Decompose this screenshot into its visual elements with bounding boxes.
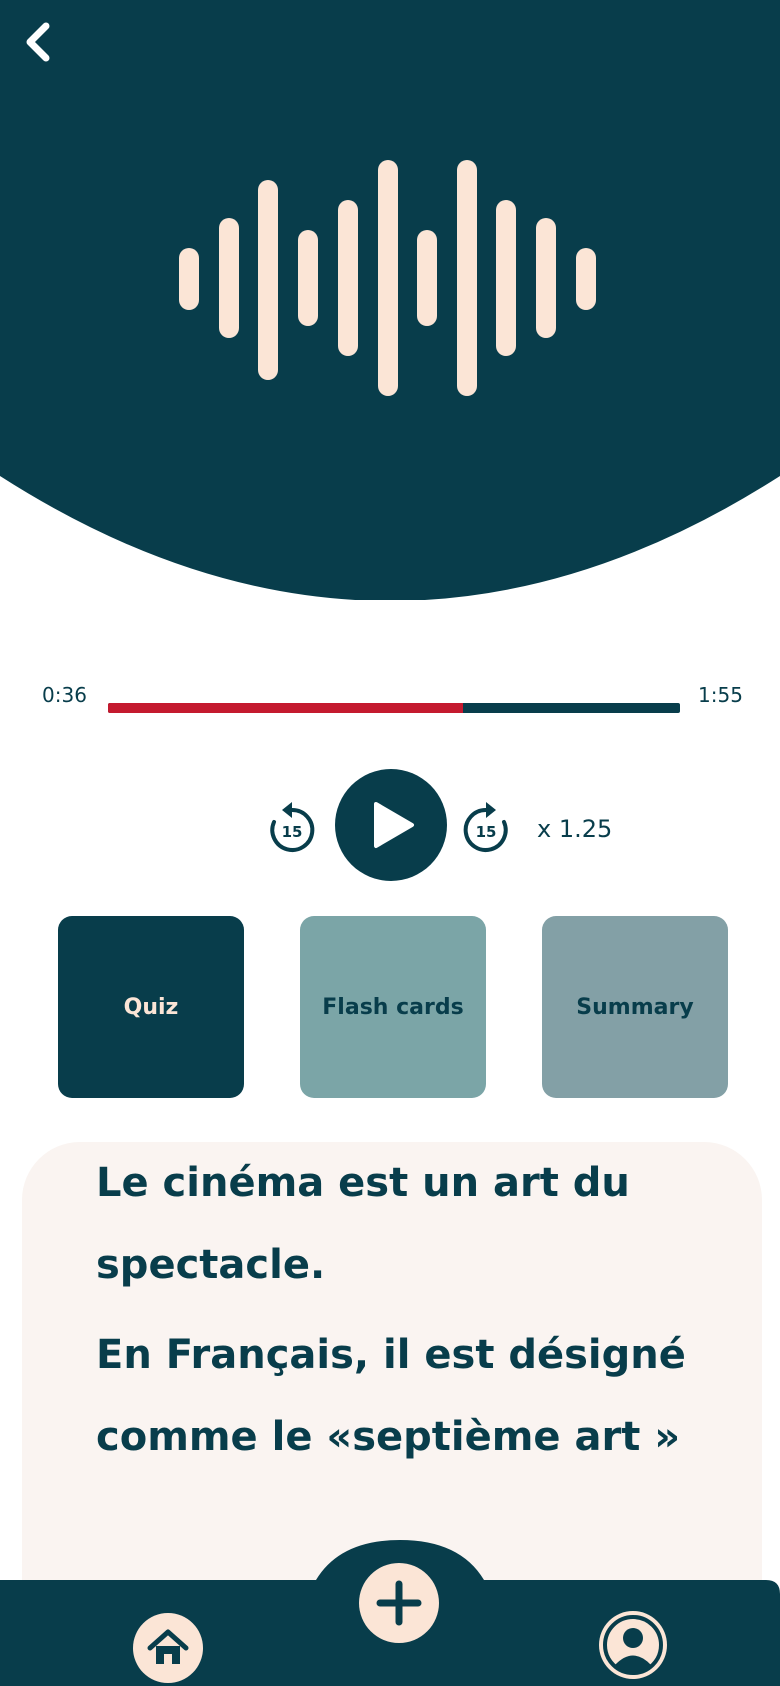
quiz-label: Quiz — [123, 994, 179, 1020]
summary-card[interactable]: Summary — [542, 916, 728, 1098]
transcript-line: En Français, il est désigné comme le «se… — [96, 1332, 686, 1460]
play-icon — [374, 802, 414, 848]
user-icon — [599, 1611, 667, 1679]
summary-label: Summary — [576, 994, 694, 1020]
total-time: 1:55 — [698, 683, 743, 707]
play-button[interactable] — [335, 769, 447, 881]
progress-bar[interactable] — [108, 703, 680, 713]
rewind-15-icon: 15 — [270, 802, 315, 852]
back-button[interactable] — [14, 14, 62, 70]
chevron-left-icon — [26, 22, 50, 62]
forward-seconds-label: 15 — [476, 823, 497, 841]
forward-15-button[interactable]: 15 — [460, 800, 512, 856]
nav-profile-button[interactable] — [598, 1610, 668, 1680]
bottom-nav — [0, 1540, 780, 1686]
forward-15-icon: 15 — [463, 802, 508, 852]
current-time: 0:36 — [42, 683, 87, 707]
flash-cards-label: Flash cards — [322, 994, 464, 1020]
nav-home-button[interactable] — [132, 1612, 204, 1684]
quiz-card[interactable]: Quiz — [58, 916, 244, 1098]
nav-add-button[interactable] — [358, 1562, 440, 1644]
rewind-seconds-label: 15 — [282, 823, 303, 841]
playback-speed[interactable]: x 1.25 — [537, 815, 612, 843]
plus-icon — [359, 1563, 439, 1643]
rewind-15-button[interactable]: 15 — [266, 800, 318, 856]
waveform-icon — [179, 160, 596, 396]
transcript-line: Le cinéma est un art du spectacle. — [96, 1160, 630, 1288]
progress-fill — [108, 703, 463, 713]
flash-cards-card[interactable]: Flash cards — [300, 916, 486, 1098]
hero-header — [0, 0, 780, 600]
home-icon — [133, 1613, 203, 1683]
